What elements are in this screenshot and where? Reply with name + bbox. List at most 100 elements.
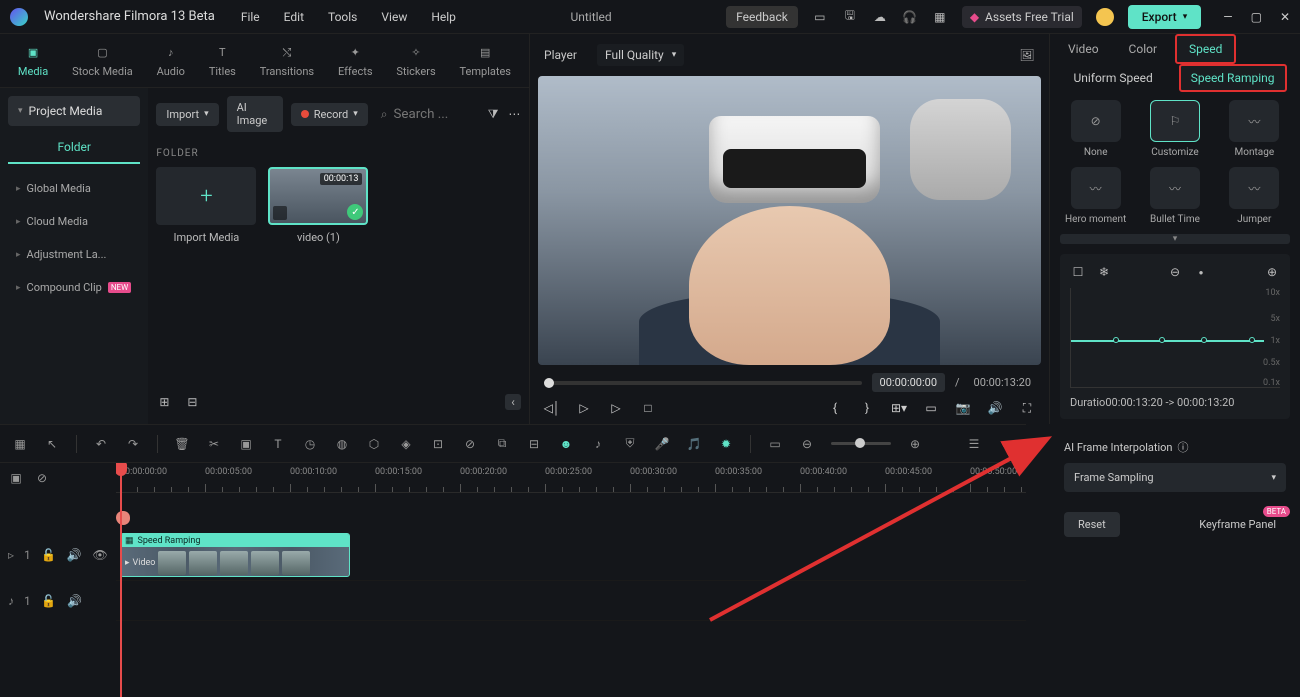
fit-icon[interactable]: ⊡ xyxy=(430,436,446,452)
maximize-icon[interactable]: ▢ xyxy=(1251,10,1262,24)
new-folder-icon[interactable]: ⊞ xyxy=(156,394,172,410)
keyframe-dot-icon[interactable]: ● xyxy=(1193,264,1209,280)
zoom-thumb[interactable] xyxy=(855,438,865,448)
search-input[interactable] xyxy=(393,107,473,122)
ramp-keyframe[interactable] xyxy=(1249,337,1255,343)
crop-icon[interactable]: ▣ xyxy=(238,436,254,452)
menu-tools[interactable]: Tools xyxy=(328,10,357,24)
zoom-out-icon[interactable]: ⊖ xyxy=(799,436,815,452)
menu-view[interactable]: View xyxy=(381,10,407,24)
sidebar-item-global-media[interactable]: ▸Global Media xyxy=(8,172,140,205)
quality-select[interactable]: Full Quality▾ xyxy=(597,44,684,66)
tab-titles[interactable]: TTitles xyxy=(209,44,236,78)
play-back-icon[interactable]: ▷ xyxy=(576,400,592,416)
grid-icon[interactable]: ▦ xyxy=(932,9,948,25)
search-box[interactable]: ⌕ xyxy=(376,102,479,127)
scrubber-playhead[interactable] xyxy=(544,378,554,388)
mute-icon[interactable]: 🔊 xyxy=(67,593,83,609)
color-tool-icon[interactable]: ◍ xyxy=(334,436,350,452)
screen-icon[interactable]: ▭ xyxy=(812,9,828,25)
settings-chevron-icon[interactable]: ▾ xyxy=(998,436,1014,452)
info-icon[interactable]: ⓘ xyxy=(1178,439,1189,455)
remove-keyframe-icon[interactable]: ⊖ xyxy=(1167,264,1183,280)
sidebar-item-compound[interactable]: ▸Compound ClipNEW xyxy=(8,271,140,304)
play-icon[interactable]: ▷ xyxy=(608,400,624,416)
track-link-icon[interactable]: ⊘ xyxy=(34,470,50,486)
project-media-button[interactable]: ▾Project Media xyxy=(8,96,140,126)
timeline-tracks[interactable]: 00:00:00:0000:00:05:0000:00:10:0000:00:1… xyxy=(116,463,1026,697)
time-ruler[interactable]: 00:00:00:0000:00:05:0000:00:10:0000:00:1… xyxy=(116,463,1026,493)
fullscreen-icon[interactable]: ⛶ xyxy=(1019,400,1035,416)
mask-icon[interactable]: ⬡ xyxy=(366,436,382,452)
stop-icon[interactable]: □ xyxy=(640,400,656,416)
snapshot-icon[interactable]: 🖼 xyxy=(1019,47,1035,63)
track-main-icon[interactable]: ▣ xyxy=(8,470,24,486)
tab-speed[interactable]: Speed xyxy=(1175,34,1236,64)
snowflake-icon[interactable]: ❄ xyxy=(1096,264,1112,280)
preset-montage[interactable]: 〰Montage xyxy=(1219,100,1290,159)
cut-icon[interactable]: ✂ xyxy=(206,436,222,452)
shield-icon[interactable]: ⛨ xyxy=(622,436,638,452)
keyframe-tool-icon[interactable]: ◈ xyxy=(398,436,414,452)
ramp-keyframe[interactable] xyxy=(1113,337,1119,343)
filter-icon[interactable]: ⧩ xyxy=(486,106,499,122)
mic-icon[interactable]: 🎤 xyxy=(654,436,670,452)
presets-expand[interactable]: ▾ xyxy=(1060,234,1290,244)
zoom-in-icon[interactable]: ⊕ xyxy=(907,436,923,452)
list-view-icon[interactable]: ☰ xyxy=(966,436,982,452)
audio-tool-icon[interactable]: ♪ xyxy=(590,436,606,452)
tab-effects[interactable]: ✦Effects xyxy=(338,44,373,78)
tab-stickers[interactable]: ✧Stickers xyxy=(396,44,435,78)
display-icon[interactable]: ▭ xyxy=(923,400,939,416)
save-icon[interactable]: 🖫 xyxy=(842,9,858,25)
checkbox-icon[interactable]: ☐ xyxy=(1070,264,1086,280)
audio-track[interactable] xyxy=(116,581,1026,621)
marker-icon[interactable]: ✹ xyxy=(718,436,734,452)
more-icon[interactable]: ⋯ xyxy=(508,106,521,122)
import-media-tile[interactable]: + Import Media xyxy=(156,167,256,244)
video-1-tile[interactable]: 00:00:13 ✓ video (1) xyxy=(268,167,368,244)
headphones-icon[interactable]: 🎧 xyxy=(902,9,918,25)
minimize-icon[interactable]: — xyxy=(1223,10,1232,24)
undo-icon[interactable]: ↶ xyxy=(93,436,109,452)
keyframe-panel-button[interactable]: Keyframe PanelBETA xyxy=(1189,512,1286,537)
text-icon[interactable]: T xyxy=(270,436,286,452)
mute-icon[interactable]: 🔊 xyxy=(67,547,83,563)
split-icon[interactable]: ⊟ xyxy=(526,436,542,452)
lock-icon[interactable]: 🔓 xyxy=(41,547,57,563)
assets-free-trial-button[interactable]: ◆Assets Free Trial xyxy=(962,6,1082,28)
record-dropdown[interactable]: Record▾ xyxy=(291,103,368,126)
avatar-icon[interactable] xyxy=(1096,8,1114,26)
marker-icon[interactable] xyxy=(116,511,130,525)
link-icon[interactable]: ⊘ xyxy=(462,436,478,452)
ramp-graph[interactable]: 10x 5x 1x 0.5x 0.1x xyxy=(1070,288,1280,388)
music-icon[interactable]: 🎵 xyxy=(686,436,702,452)
prev-frame-icon[interactable]: ◁│ xyxy=(544,400,560,416)
lock-icon[interactable]: 🔓 xyxy=(41,593,57,609)
subtab-speed-ramping[interactable]: Speed Ramping xyxy=(1179,64,1287,92)
sidebar-item-adjustment[interactable]: ▸Adjustment La... xyxy=(8,238,140,271)
tab-transitions[interactable]: ⤭Transitions xyxy=(260,44,314,78)
tab-templates[interactable]: ▤Templates xyxy=(460,44,511,78)
tab-audio[interactable]: ♪Audio xyxy=(157,44,185,78)
menu-edit[interactable]: Edit xyxy=(284,10,304,24)
feedback-button[interactable]: Feedback xyxy=(726,6,798,28)
import-dropdown[interactable]: Import▾ xyxy=(156,103,218,126)
menu-file[interactable]: File xyxy=(241,10,260,24)
cloud-icon[interactable]: ☁ xyxy=(872,9,888,25)
video-track[interactable]: ▦Speed Ramping ▸Video xyxy=(116,529,1026,581)
redo-icon[interactable]: ↷ xyxy=(125,436,141,452)
layout-icon[interactable]: ▦ xyxy=(12,436,28,452)
tab-color[interactable]: Color xyxy=(1117,36,1169,62)
speed-tool-icon[interactable]: ◷ xyxy=(302,436,318,452)
scrubber-track[interactable] xyxy=(544,381,862,385)
zoom-slider[interactable] xyxy=(831,442,891,445)
preset-hero[interactable]: 〰Hero moment xyxy=(1060,167,1131,226)
frame-icon[interactable]: ▭ xyxy=(767,436,783,452)
mark-out-icon[interactable]: } xyxy=(859,400,875,416)
collapse-icon[interactable]: ‹ xyxy=(505,394,521,410)
folder-tab[interactable]: Folder xyxy=(8,132,140,164)
snapshot2-icon[interactable]: 📷 xyxy=(955,400,971,416)
group-icon[interactable]: ⧉ xyxy=(494,436,510,452)
preview-video[interactable] xyxy=(538,76,1041,365)
